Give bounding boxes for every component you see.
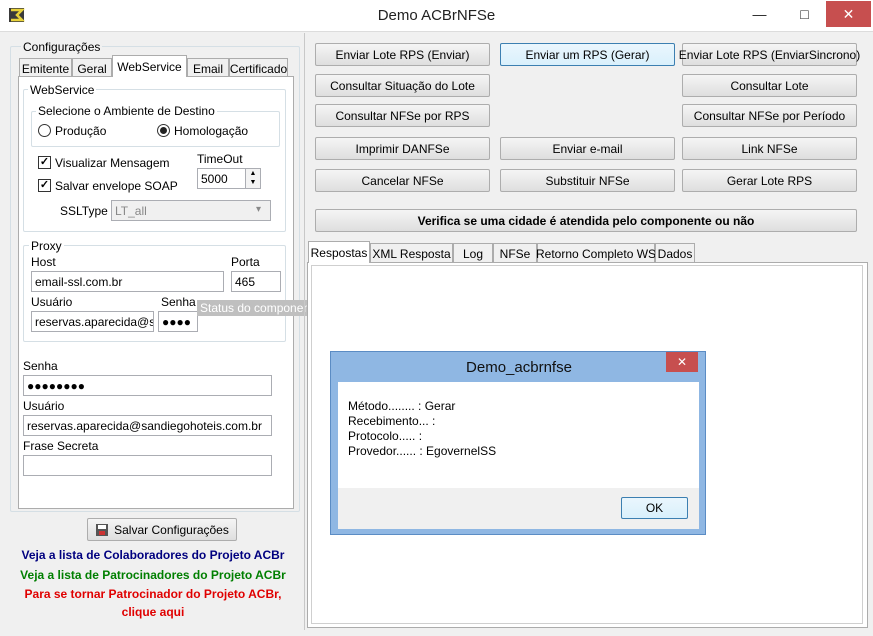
dialog-line-protocolo: Protocolo..... :: [348, 429, 423, 443]
timeout-label: TimeOut: [197, 152, 243, 166]
host-input[interactable]: email-ssl.com.br: [31, 271, 224, 292]
timeout-spinner[interactable]: ▲ ▼: [245, 169, 260, 188]
webservice-group-title: WebService: [28, 83, 97, 97]
ambiente-group-title: Selecione o Ambiente de Destino: [36, 104, 217, 118]
chevron-down-icon: ▾: [256, 204, 262, 215]
save-config-label: Salvar Configurações: [114, 522, 229, 537]
tab-certificado[interactable]: Certificado: [229, 58, 288, 78]
splitter[interactable]: [304, 33, 305, 630]
tab-nfse[interactable]: NFSe: [493, 243, 537, 263]
usuario-label: Usuário: [23, 399, 65, 413]
producao-radio[interactable]: [38, 124, 51, 137]
timeout-value: 5000: [201, 171, 228, 186]
tab-xml-resposta[interactable]: XML Resposta: [370, 243, 453, 263]
host-value: email-ssl.com.br: [35, 274, 123, 289]
consultar-lote-button[interactable]: Consultar Lote: [682, 74, 857, 97]
ssltype-label: SSLType: [60, 204, 108, 218]
dialog-close-button[interactable]: ✕: [666, 352, 698, 372]
gerar-lote-rps-button[interactable]: Gerar Lote RPS: [682, 169, 857, 192]
frase-secreta-label: Frase Secreta: [23, 439, 99, 453]
visualizar-checkbox[interactable]: ✓: [38, 156, 51, 169]
clique-aqui-link[interactable]: clique aqui: [0, 605, 306, 619]
dialog-footer: OK: [338, 488, 699, 529]
substituir-nfse-button[interactable]: Substituir NFSe: [500, 169, 675, 192]
proxy-usuario-label: Usuário: [31, 295, 73, 309]
save-config-button[interactable]: Salvar Configurações: [87, 518, 237, 541]
enviar-lote-button[interactable]: Enviar Lote RPS (Enviar): [315, 43, 490, 66]
tab-email[interactable]: Email: [187, 58, 229, 78]
ssltype-value: LT_all: [115, 203, 147, 218]
salvar-envelope-label: Salvar envelope SOAP: [55, 179, 178, 193]
cancelar-nfse-button[interactable]: Cancelar NFSe: [315, 169, 490, 192]
maximize-button[interactable]: □: [782, 1, 827, 27]
patrocinadores-link[interactable]: Veja a lista de Patrocinadores do Projet…: [0, 568, 306, 582]
host-label: Host: [31, 255, 56, 269]
usuario-value: reservas.aparecida@sandiegohoteis.com.br: [27, 418, 262, 433]
proxy-senha-input[interactable]: ●●●●: [158, 311, 198, 332]
porta-label: Porta: [231, 255, 260, 269]
close-button[interactable]: ✕: [826, 1, 871, 27]
minimize-button[interactable]: —: [737, 1, 782, 27]
consultar-nfse-periodo-button[interactable]: Consultar NFSe por Período: [682, 104, 857, 127]
dialog-line-recebimento: Recebimento... :: [348, 414, 436, 428]
senha-input[interactable]: ●●●●●●●●: [23, 375, 272, 396]
consultar-nfse-rps-button[interactable]: Consultar NFSe por RPS: [315, 104, 490, 127]
tab-emitente[interactable]: Emitente: [19, 58, 72, 78]
visualizar-label: Visualizar Mensagem: [55, 156, 170, 170]
dialog-body: Método........ : Gerar Recebimento... : …: [338, 382, 699, 488]
config-group-title: Configurações: [21, 40, 103, 54]
porta-value: 465: [235, 274, 256, 289]
porta-input[interactable]: 465: [231, 271, 281, 292]
usuario-input[interactable]: reservas.aparecida@sandiegohoteis.com.br: [23, 415, 272, 436]
dialog-line-provedor: Provedor...... : EgovernelSS: [348, 444, 497, 458]
tab-geral[interactable]: Geral: [72, 58, 112, 78]
consultar-situacao-button[interactable]: Consultar Situação do Lote: [315, 74, 490, 97]
save-icon: [96, 523, 109, 536]
senha-label: Senha: [23, 359, 58, 373]
tab-retorno-completo[interactable]: Retorno Completo WS: [536, 243, 656, 263]
enviar-lote-sincrono-button[interactable]: Enviar Lote RPS (EnviarSincrono): [679, 43, 860, 66]
homologacao-label: Homologação: [174, 124, 249, 138]
ssltype-select[interactable]: LT_all: [111, 200, 271, 221]
senha-value: ●●●●●●●●: [27, 378, 85, 393]
dialog-line-metodo: Método........ : Gerar: [348, 399, 456, 413]
producao-label: Produção: [55, 124, 107, 138]
tab-webservice[interactable]: WebService: [112, 55, 187, 77]
proxy-usuario-value: reservas.aparecida@sar: [35, 314, 154, 329]
proxy-usuario-input[interactable]: reservas.aparecida@sar: [31, 311, 154, 332]
tab-log[interactable]: Log: [453, 243, 493, 263]
dialog-title: Demo_acbrnfse: [466, 359, 572, 376]
proxy-group-title: Proxy: [29, 239, 64, 253]
link-nfse-button[interactable]: Link NFSe: [682, 137, 857, 160]
tab-respostas[interactable]: Respostas: [308, 241, 370, 263]
salvar-envelope-checkbox[interactable]: ✓: [38, 179, 51, 192]
proxy-senha-label: Senha: [161, 295, 196, 309]
proxy-senha-value: ●●●●: [162, 314, 191, 329]
imprimir-danfse-button[interactable]: Imprimir DANFSe: [315, 137, 490, 160]
frase-secreta-input[interactable]: [23, 455, 272, 476]
colaboradores-link[interactable]: Veja a lista de Colaboradores do Projeto…: [0, 548, 306, 562]
tab-dados[interactable]: Dados: [655, 243, 695, 263]
tornar-patrocinador-link[interactable]: Para se tornar Patrocinador do Projeto A…: [0, 587, 306, 601]
homologacao-radio[interactable]: [157, 124, 170, 137]
enviar-email-button[interactable]: Enviar e-mail: [500, 137, 675, 160]
enviar-um-rps-button[interactable]: Enviar um RPS (Gerar): [500, 43, 675, 66]
dialog-ok-button[interactable]: OK: [621, 497, 688, 519]
verifica-cidade-button[interactable]: Verifica se uma cidade é atendida pelo c…: [315, 209, 857, 232]
message-dialog: Demo_acbrnfse ✕ Método........ : Gerar R…: [330, 351, 706, 535]
